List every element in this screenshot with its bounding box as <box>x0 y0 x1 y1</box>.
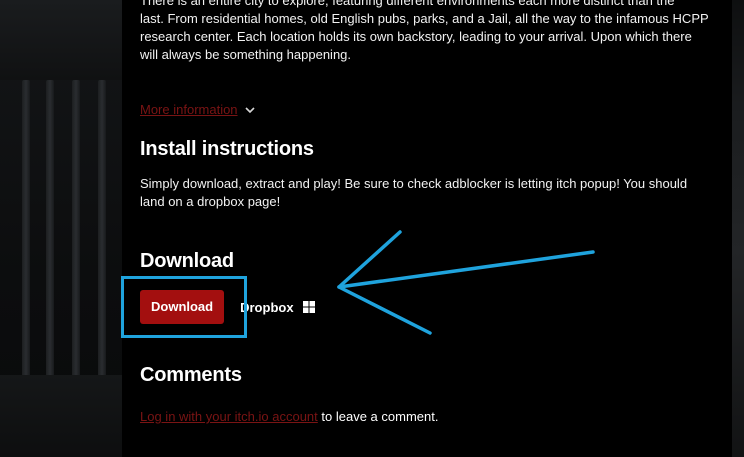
chevron-down-icon <box>244 107 255 114</box>
background-bar <box>72 80 80 380</box>
description-text: There is an entire city to explore, feat… <box>140 0 710 64</box>
install-instructions-heading: Install instructions <box>140 138 314 160</box>
background-bar <box>46 80 54 380</box>
background-wall <box>0 0 122 80</box>
background-image-right <box>732 0 744 457</box>
annotation-highlight-box <box>121 276 247 338</box>
description-line: There is an entire city to explore, feat… <box>140 0 675 8</box>
comment-prompt-suffix: to leave a comment. <box>317 409 439 424</box>
description-line: research center. Each location holds its… <box>140 29 692 44</box>
description-line: last. From residential homes, old Englis… <box>140 11 709 26</box>
install-line: Simply download, extract and play! Be su… <box>140 176 688 191</box>
comments-heading: Comments <box>140 364 242 386</box>
background-bar <box>22 80 30 380</box>
game-description-panel: There is an entire city to explore, feat… <box>122 0 732 457</box>
description-line: will always be something happening. <box>140 47 352 62</box>
page: There is an entire city to explore, feat… <box>0 0 744 457</box>
install-instructions-text: Simply download, extract and play! Be su… <box>140 175 700 211</box>
login-link[interactable]: Log in with your itch.io account <box>140 409 318 424</box>
windows-icon <box>302 301 315 313</box>
more-information-toggle[interactable]: More information <box>140 101 256 119</box>
background-bar <box>98 80 106 380</box>
background-floor <box>0 375 122 457</box>
download-file-name: Dropbox <box>240 299 294 315</box>
install-line: land on a dropbox page! <box>140 194 281 209</box>
more-information-label: More information <box>140 102 238 117</box>
comment-prompt: Log in with your itch.io account to leav… <box>140 408 438 426</box>
background-image-left <box>0 0 122 457</box>
download-heading: Download <box>140 250 234 272</box>
